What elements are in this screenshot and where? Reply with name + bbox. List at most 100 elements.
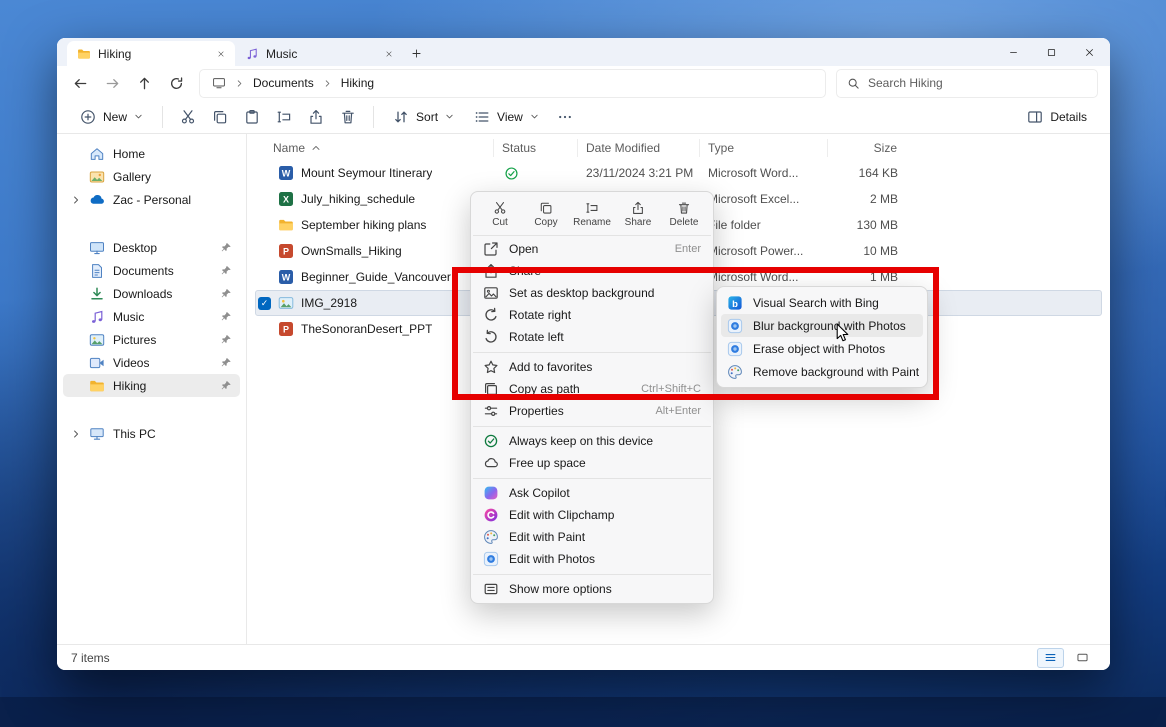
sidebar-item[interactable]: Pictures [63, 328, 240, 351]
context-menu-item[interactable]: Always keep on this device [475, 430, 709, 452]
submenu-item[interactable]: b Visual Search with Bing [721, 291, 923, 314]
breadcrumb-item-documents[interactable]: Documents [253, 76, 314, 90]
expand-chevron-icon[interactable] [71, 195, 81, 205]
sidebar-item[interactable]: Home [63, 142, 240, 165]
submenu-item[interactable]: Blur background with Photos [721, 314, 923, 337]
sidebar-item[interactable]: Videos [63, 351, 240, 374]
chevron-right-icon [323, 79, 332, 88]
search-box[interactable] [836, 69, 1098, 98]
explorer-tab[interactable]: Hiking [67, 41, 235, 66]
quick-action-button[interactable]: Delete [663, 196, 705, 232]
new-button[interactable]: New [71, 103, 152, 131]
maximize-button[interactable] [1032, 38, 1070, 66]
sort-button[interactable]: Sort [384, 103, 463, 131]
row-checkbox[interactable] [258, 297, 271, 310]
address-bar: Documents Hiking [57, 66, 1110, 100]
menu-item-icon [483, 403, 499, 419]
breadcrumb-item-hiking[interactable]: Hiking [341, 76, 374, 90]
maximize-icon [1046, 47, 1057, 58]
context-menu-item[interactable]: Rotate left [475, 326, 709, 348]
sidebar-item-icon [89, 192, 105, 208]
quick-action-button[interactable]: Share [617, 196, 659, 232]
submenu-item[interactable]: Erase object with Photos [721, 337, 923, 360]
see-more-button[interactable] [550, 103, 580, 131]
column-header-type[interactable]: Type [699, 139, 827, 157]
sort-icon [393, 109, 409, 125]
close-button[interactable] [1070, 38, 1108, 66]
svg-text:W: W [282, 273, 291, 283]
details-button[interactable]: Details [1018, 103, 1096, 131]
context-menu-item[interactable]: Copy as path Ctrl+Shift+C [475, 378, 709, 400]
new-tab-button[interactable] [403, 41, 429, 66]
expand-chevron-icon[interactable] [71, 429, 81, 439]
search-input[interactable] [868, 76, 1087, 90]
thumbnails-view-button[interactable] [1069, 648, 1096, 668]
sidebar-item[interactable]: Desktop [63, 236, 240, 259]
sidebar-item[interactable]: Hiking [63, 374, 240, 397]
tab-close-button[interactable] [381, 46, 397, 62]
menu-item-label: Open [509, 242, 538, 256]
tab-close-button[interactable] [213, 46, 229, 62]
name-cell: W Mount Seymour Itinerary [256, 165, 494, 181]
column-header-size[interactable]: Size [827, 139, 905, 157]
minimize-button[interactable] [994, 38, 1032, 66]
submenu-item[interactable]: Remove background with Paint [721, 360, 923, 383]
share-button[interactable] [301, 103, 331, 131]
sidebar-item[interactable]: Zac - Personal [63, 188, 240, 211]
context-menu-item[interactable]: Add to favorites [475, 356, 709, 378]
view-button[interactable]: View [465, 103, 548, 131]
sidebar-item[interactable]: Gallery [63, 165, 240, 188]
breadcrumb[interactable]: Documents Hiking [199, 69, 826, 98]
up-icon [137, 76, 152, 91]
copy-icon [212, 109, 228, 125]
explorer-tab[interactable]: Music [235, 41, 403, 66]
quick-action-button[interactable]: Copy [525, 196, 567, 232]
context-menu-item[interactable]: Ask Copilot [475, 482, 709, 504]
context-menu-item[interactable]: Free up space [475, 452, 709, 474]
list-view-icon [1044, 651, 1057, 664]
back-button[interactable] [65, 68, 95, 98]
table-row[interactable]: W Mount Seymour Itinerary 23/11/2024 3:2… [255, 160, 1102, 186]
sort-button-label: Sort [416, 110, 438, 124]
quick-action-icon [585, 201, 599, 215]
status-bar: 7 items [57, 644, 1110, 670]
refresh-button[interactable] [161, 68, 191, 98]
close-icon [217, 50, 225, 58]
context-menu-item[interactable]: Edit with Paint [475, 526, 709, 548]
context-menu-item[interactable]: Properties Alt+Enter [475, 400, 709, 422]
name-cell: X July_hiking_schedule [256, 191, 494, 207]
context-menu-item[interactable]: Show more options [475, 578, 709, 600]
forward-button[interactable] [97, 68, 127, 98]
delete-button[interactable] [333, 103, 363, 131]
context-menu-item[interactable]: Edit with Photos [475, 548, 709, 570]
rename-button[interactable] [269, 103, 299, 131]
up-button[interactable] [129, 68, 159, 98]
sidebar-item[interactable]: This PC [63, 422, 240, 445]
column-header-name[interactable]: Name [255, 139, 493, 157]
details-view-button[interactable] [1037, 648, 1064, 668]
menu-item-icon [483, 507, 499, 523]
cut-button[interactable] [173, 103, 203, 131]
context-menu-item[interactable]: Edit with Clipchamp [475, 504, 709, 526]
menu-item-shortcut: Enter [675, 243, 701, 255]
quick-action-button[interactable]: Rename [571, 196, 613, 232]
delete-icon [340, 109, 356, 125]
sidebar-item-label: Desktop [113, 241, 157, 255]
context-menu-item[interactable]: Share [475, 260, 709, 282]
column-header-date-modified[interactable]: Date Modified [577, 139, 699, 157]
sidebar-item[interactable]: Music [63, 305, 240, 328]
sidebar-item-icon [89, 378, 105, 394]
quick-action-button[interactable]: Cut [479, 196, 521, 232]
sidebar-item[interactable]: Downloads [63, 282, 240, 305]
column-header-status[interactable]: Status [493, 139, 577, 157]
size-cell: 2 MB [828, 192, 906, 206]
svg-text:X: X [283, 195, 289, 205]
paste-button[interactable] [237, 103, 267, 131]
copy-button[interactable] [205, 103, 235, 131]
pin-icon [221, 288, 232, 299]
sidebar-item[interactable]: Documents [63, 259, 240, 282]
context-menu-item[interactable]: Set as desktop background [475, 282, 709, 304]
type-cell: Microsoft Excel... [700, 192, 828, 206]
context-menu-item[interactable]: Open Enter [475, 238, 709, 260]
context-menu-item[interactable]: Rotate right [475, 304, 709, 326]
